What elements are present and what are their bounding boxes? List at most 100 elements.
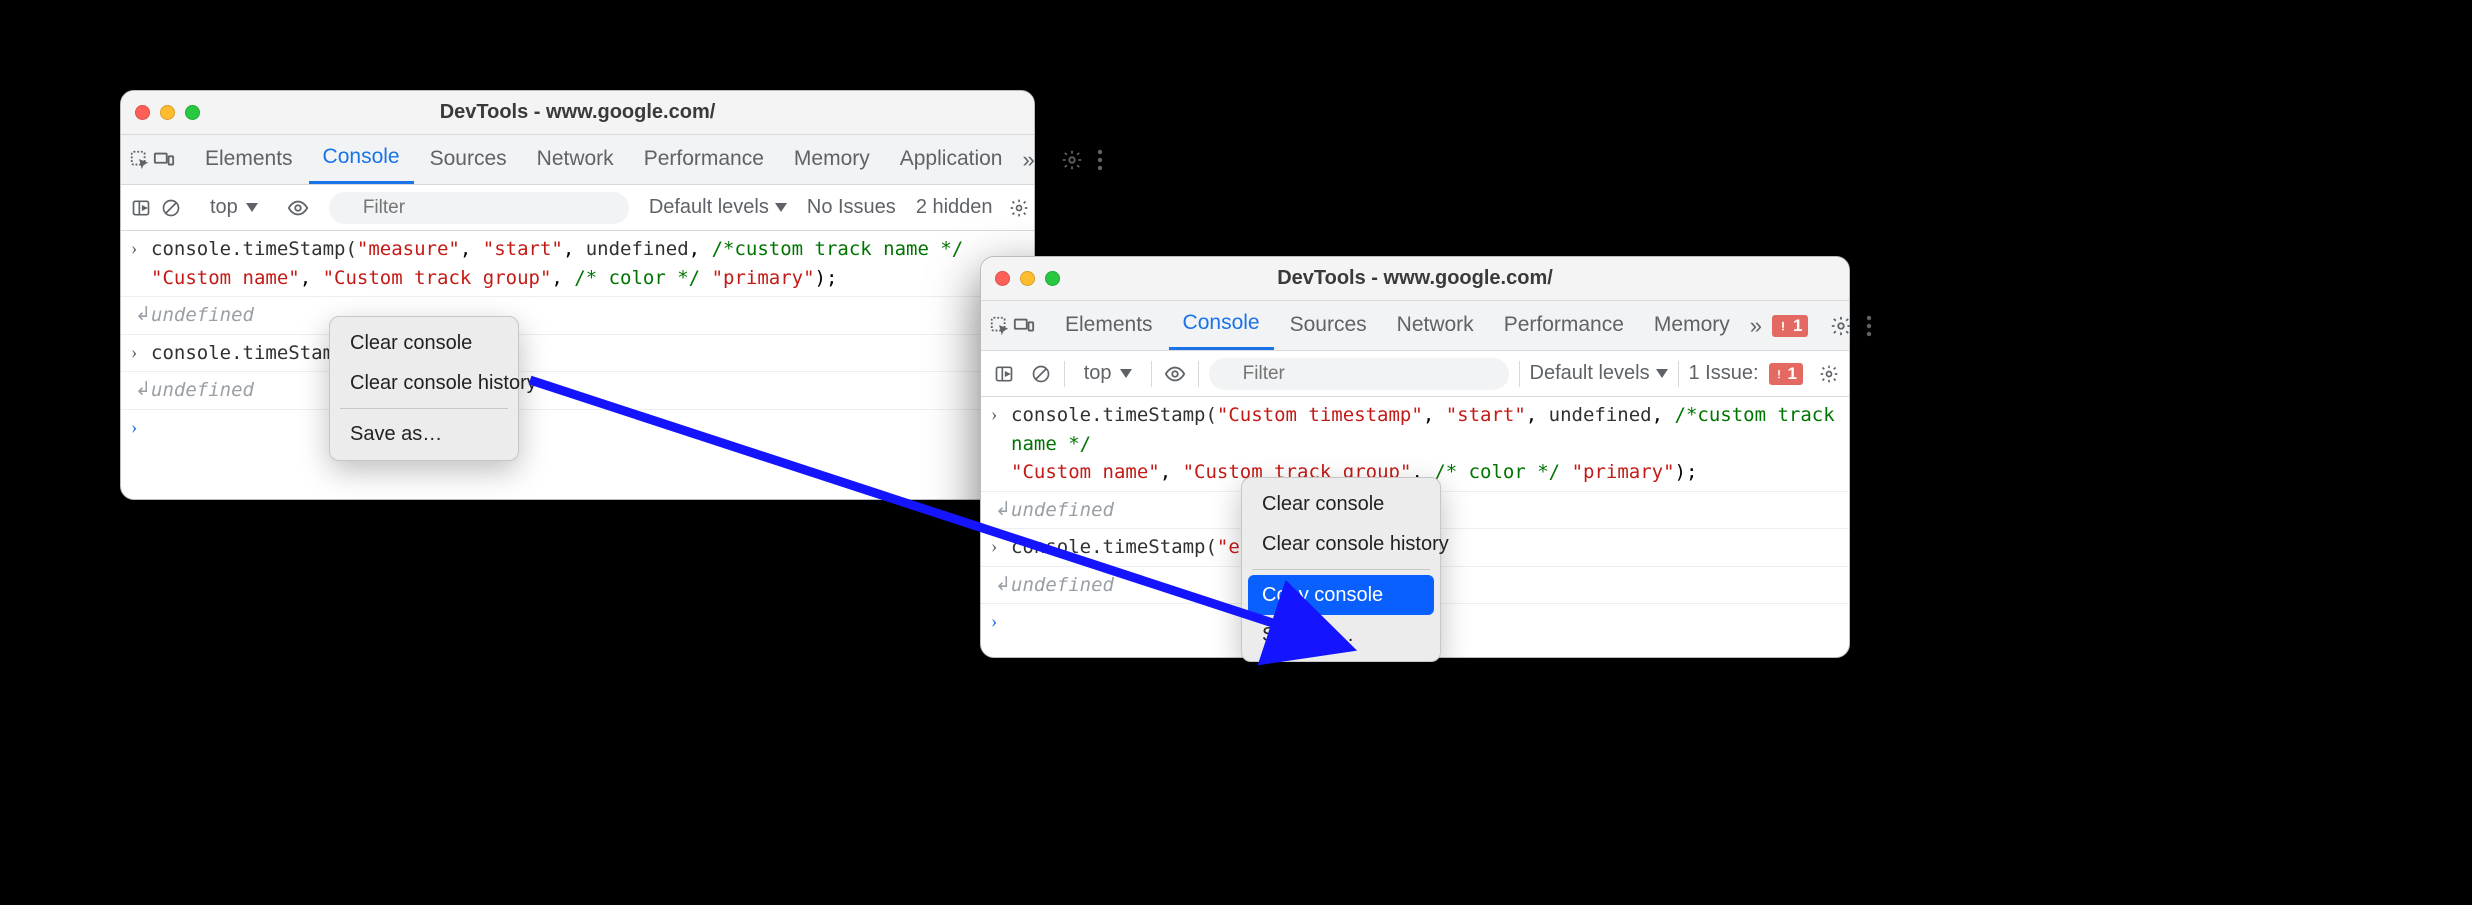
gear-icon[interactable]	[1824, 315, 1858, 337]
tab-elements[interactable]: Elements	[191, 137, 307, 183]
divider	[1064, 361, 1065, 387]
minimize-window-icon[interactable]	[1020, 271, 1035, 286]
menu-copy-console[interactable]: Copy console	[1248, 575, 1434, 615]
context-menu: Clear console Clear console history Save…	[329, 316, 519, 461]
zoom-window-icon[interactable]	[1045, 271, 1060, 286]
code: console.timeStamp("Custom timestamp", "s…	[1011, 401, 1839, 487]
clear-console-icon[interactable]	[1027, 359, 1053, 389]
tab-application[interactable]: Application	[886, 137, 1017, 183]
close-window-icon[interactable]	[995, 271, 1010, 286]
context-selector[interactable]: top	[1075, 359, 1141, 388]
filter-input-wrap	[1209, 358, 1509, 390]
filter-input[interactable]	[1209, 358, 1509, 390]
tab-console[interactable]: Console	[1169, 301, 1274, 350]
window-title: DevTools - www.google.com/	[121, 101, 1034, 124]
clear-console-icon[interactable]	[161, 193, 181, 223]
titlebar: DevTools - www.google.com/	[981, 257, 1849, 301]
return-icon: ↳	[131, 301, 151, 330]
devtools-window-right: DevTools - www.google.com/ Elements Cons…	[980, 256, 1850, 658]
menu-clear-console[interactable]: Clear console	[336, 323, 512, 363]
tab-performance[interactable]: Performance	[630, 137, 778, 183]
kebab-icon[interactable]	[1091, 149, 1109, 171]
context-label: top	[210, 196, 238, 219]
return-icon: ↳	[131, 376, 151, 405]
code: console.timeStamp("measure", "start", un…	[151, 235, 963, 292]
context-selector[interactable]: top	[201, 193, 267, 222]
tab-memory[interactable]: Memory	[1640, 303, 1744, 349]
device-icon[interactable]	[153, 143, 175, 177]
eye-icon[interactable]	[287, 193, 309, 223]
return-icon: ↳	[991, 496, 1011, 525]
filter-input-wrap	[329, 192, 629, 224]
divider	[1519, 361, 1520, 387]
menu-clear-history[interactable]: Clear console history	[336, 363, 512, 403]
console-return-row: ↳ undefined	[121, 372, 1034, 410]
filter-bar: top Default levels 1 Issue: 1	[981, 351, 1849, 397]
menu-save-as[interactable]: Save as…	[1248, 615, 1434, 655]
tab-memory[interactable]: Memory	[780, 137, 884, 183]
devtools-window-left: DevTools - www.google.com/ Elements Cons…	[120, 90, 1035, 500]
traffic-lights	[995, 271, 1060, 286]
console-input-row[interactable]: › console.timeStamp("end");	[121, 335, 1034, 373]
eye-icon[interactable]	[1161, 359, 1187, 389]
hidden-count[interactable]: 2 hidden	[916, 196, 993, 219]
tab-network[interactable]: Network	[523, 137, 628, 183]
titlebar: DevTools - www.google.com/	[121, 91, 1034, 135]
error-badge[interactable]: 1	[1772, 315, 1808, 337]
filter-input[interactable]	[329, 192, 629, 224]
sidebar-toggle-icon[interactable]	[131, 193, 151, 223]
log-levels-selector[interactable]: Default levels	[649, 196, 787, 219]
chevron-right-icon: ›	[991, 608, 1011, 637]
return-value: undefined	[151, 301, 254, 330]
close-window-icon[interactable]	[135, 105, 150, 120]
issues-indicator[interactable]: No Issues	[807, 196, 896, 219]
issues-label: No Issues	[807, 196, 896, 219]
gear-icon[interactable]	[1055, 149, 1089, 171]
log-levels-selector[interactable]: Default levels	[1530, 362, 1668, 385]
issues-indicator[interactable]: 1 Issue: 1	[1688, 362, 1803, 385]
more-tabs-icon[interactable]: »	[1746, 313, 1766, 339]
tab-performance[interactable]: Performance	[1490, 303, 1638, 349]
console-body: › console.timeStamp("measure", "start", …	[121, 231, 1034, 446]
more-tabs-icon[interactable]: »	[1018, 147, 1038, 173]
tab-sources[interactable]: Sources	[416, 137, 521, 183]
menu-separator	[340, 408, 508, 409]
tab-sources[interactable]: Sources	[1276, 303, 1381, 349]
chevron-right-icon: ›	[991, 533, 1011, 562]
issues-label: 1 Issue:	[1688, 362, 1758, 385]
console-body: › console.timeStamp("Custom timestamp", …	[981, 397, 1849, 657]
zoom-window-icon[interactable]	[185, 105, 200, 120]
menu-save-as[interactable]: Save as…	[336, 414, 512, 454]
tab-console[interactable]: Console	[309, 135, 414, 184]
tab-network[interactable]: Network	[1383, 303, 1488, 349]
menu-clear-console[interactable]: Clear console	[1248, 484, 1434, 524]
return-value: undefined	[1011, 571, 1114, 600]
issue-count-badge: 1	[1769, 363, 1803, 385]
kebab-icon[interactable]	[1860, 315, 1878, 337]
chevron-right-icon: ›	[131, 414, 151, 443]
inspect-icon[interactable]	[129, 143, 151, 177]
gear-icon[interactable]	[1009, 198, 1029, 218]
context-label: top	[1084, 362, 1112, 385]
chevron-right-icon: ›	[131, 339, 151, 368]
inspect-icon[interactable]	[989, 309, 1011, 343]
device-icon[interactable]	[1013, 309, 1035, 343]
return-icon: ↳	[991, 571, 1011, 600]
traffic-lights	[135, 105, 200, 120]
menu-clear-history[interactable]: Clear console history	[1248, 524, 1434, 564]
menu-separator	[1252, 569, 1430, 570]
context-menu: Clear console Clear console history Copy…	[1241, 477, 1441, 662]
minimize-window-icon[interactable]	[160, 105, 175, 120]
console-prompt-row[interactable]: ›	[121, 410, 1034, 447]
tab-bar: Elements Console Sources Network Perform…	[981, 301, 1849, 351]
gear-icon[interactable]	[1819, 364, 1839, 384]
filter-bar: top Default levels No Issues 2 hidden	[121, 185, 1034, 231]
tab-elements[interactable]: Elements	[1051, 303, 1167, 349]
console-input-row[interactable]: › console.timeStamp("measure", "start", …	[121, 231, 1034, 297]
sidebar-toggle-icon[interactable]	[991, 359, 1017, 389]
return-value: undefined	[1011, 496, 1114, 525]
window-title: DevTools - www.google.com/	[981, 267, 1849, 290]
chevron-right-icon: ›	[991, 401, 1011, 430]
log-levels-label: Default levels	[1530, 362, 1650, 385]
chevron-right-icon: ›	[131, 235, 151, 264]
